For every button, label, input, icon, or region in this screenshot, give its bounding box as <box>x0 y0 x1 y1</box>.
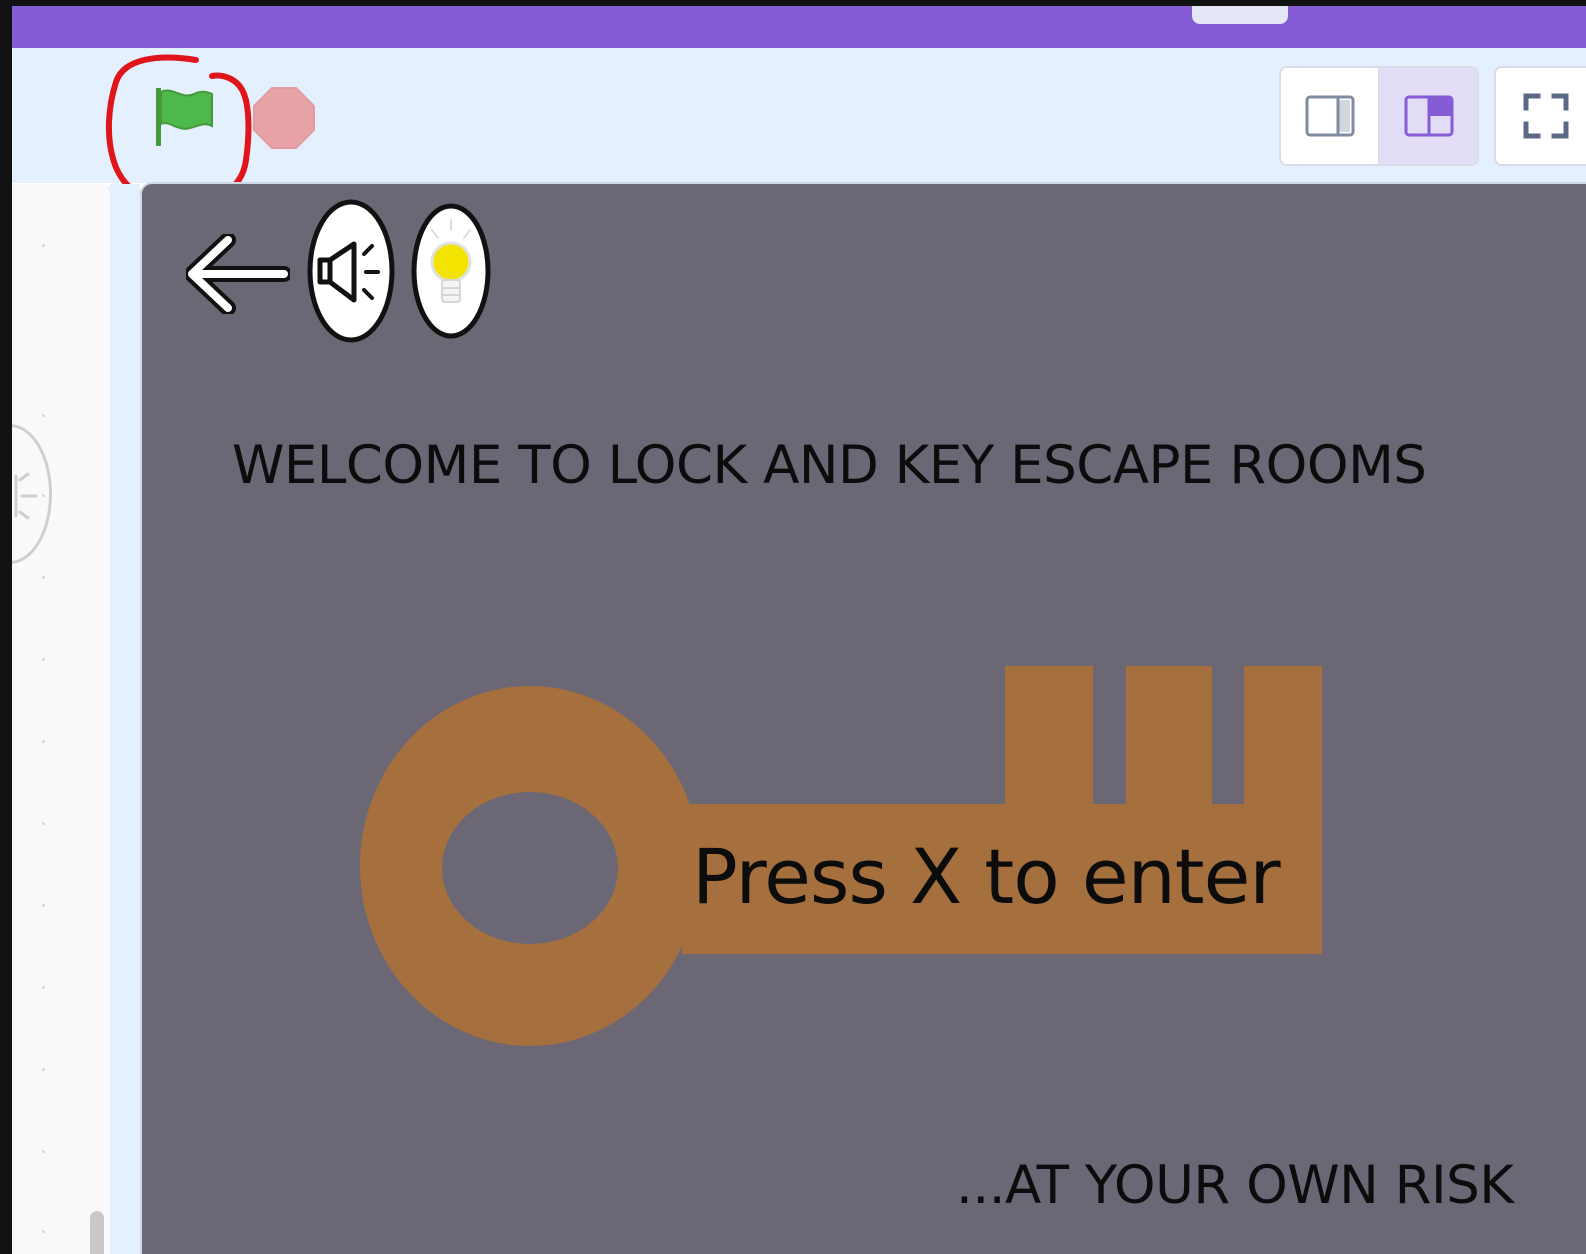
sprite-panel <box>12 184 111 1254</box>
welcome-heading: WELCOME TO LOCK AND KEY ESCAPE ROOMS <box>232 435 1427 496</box>
own-risk-text: ...AT YOUR OWN RISK <box>956 1155 1514 1216</box>
panel-dot <box>42 658 45 661</box>
fullscreen-button[interactable] <box>1494 66 1586 166</box>
key-graphic <box>360 666 1322 1046</box>
speaker-icon[interactable] <box>306 198 396 344</box>
small-stage-button[interactable] <box>1281 68 1378 164</box>
panel-dot <box>42 414 45 417</box>
lightbulb-icon[interactable] <box>410 202 492 340</box>
panel-dot <box>42 1068 45 1071</box>
green-flag-button[interactable] <box>150 84 218 152</box>
menu-bar <box>12 6 1586 48</box>
panel-circle-marks-icon <box>14 472 38 520</box>
panel-dot <box>42 576 45 579</box>
panel-dot <box>42 740 45 743</box>
panel-scrollbar[interactable] <box>90 1211 104 1254</box>
stage-size-toggle <box>1279 66 1479 166</box>
normal-stage-button[interactable] <box>1378 68 1477 164</box>
small-stage-icon <box>1305 95 1354 137</box>
panel-dot <box>42 1230 45 1233</box>
menu-bar-tab[interactable] <box>1192 6 1288 24</box>
normal-stage-icon <box>1404 95 1453 137</box>
stop-sign-icon <box>253 87 315 149</box>
back-arrow-icon[interactable] <box>186 234 290 314</box>
scratch-editor-window: WELCOME TO LOCK AND KEY ESCAPE ROOMS Pre… <box>12 6 1586 1254</box>
stage-canvas[interactable]: WELCOME TO LOCK AND KEY ESCAPE ROOMS Pre… <box>140 182 1586 1254</box>
panel-dot <box>42 494 45 497</box>
panel-dot <box>42 904 45 907</box>
stop-button[interactable] <box>252 86 316 150</box>
panel-dot <box>42 244 45 247</box>
panel-dot <box>42 1150 45 1153</box>
press-x-prompt: Press X to enter <box>692 832 1281 921</box>
green-flag-icon <box>156 88 213 146</box>
panel-dot <box>42 822 45 825</box>
panel-dot <box>42 986 45 989</box>
fullscreen-icon <box>1523 93 1569 139</box>
panel-gutter <box>110 184 140 1254</box>
